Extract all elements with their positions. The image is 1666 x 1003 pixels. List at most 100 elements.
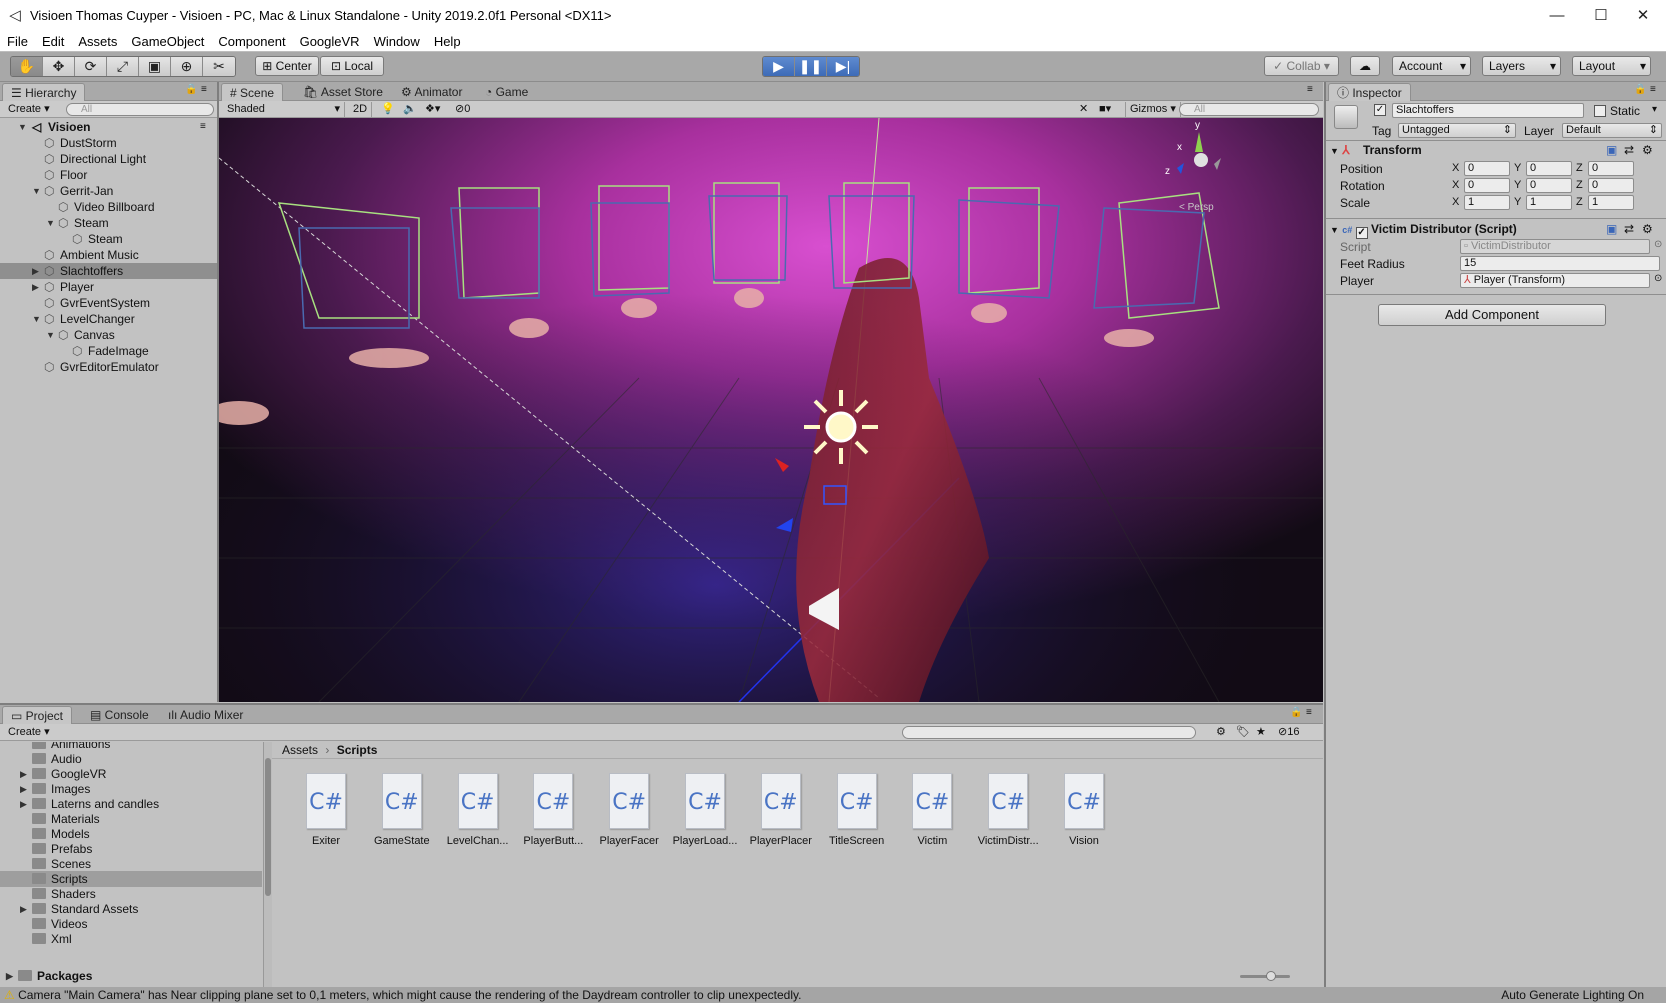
expand-open-icon[interactable]: ▼: [32, 183, 41, 199]
script-asset[interactable]: C# LevelChan...: [438, 773, 518, 847]
project-folder[interactable]: Prefabs: [0, 841, 262, 857]
tab-project[interactable]: ▭ Project: [2, 706, 73, 724]
project-create-button[interactable]: Create ▾: [4, 725, 54, 740]
icon-size-slider[interactable]: [1240, 971, 1290, 981]
project-folder[interactable]: ▶ Images: [0, 781, 262, 797]
hierarchy-item[interactable]: ⬡ FadeImage: [0, 343, 217, 359]
menu-file[interactable]: File: [0, 34, 35, 49]
transform-y-field[interactable]: 0: [1526, 161, 1572, 176]
script-asset[interactable]: C# PlayerPlacer: [741, 773, 821, 847]
filter-label-icon[interactable]: 🏷: [1232, 725, 1254, 740]
inspector-lock-icon[interactable]: 🔒: [1634, 84, 1646, 95]
expand-closed-icon[interactable]: ▶: [20, 766, 27, 782]
transform-header[interactable]: ▼ ⅄ Transform ▣ ⇄ ⚙: [1330, 143, 1662, 159]
status-message[interactable]: Camera "Main Camera" has Near clipping p…: [18, 988, 801, 1002]
presets-icon[interactable]: ⇄: [1624, 143, 1634, 157]
favorites-icon[interactable]: ★: [1252, 725, 1270, 740]
scene-search-input[interactable]: All: [1179, 103, 1319, 116]
project-folder[interactable]: Xml: [0, 931, 262, 947]
hierarchy-search-input[interactable]: All: [66, 103, 214, 116]
effects-dropdown-icon[interactable]: ❖▾: [421, 102, 444, 117]
breadcrumb-scripts[interactable]: Scripts: [337, 743, 378, 757]
slider-handle[interactable]: [1266, 971, 1276, 981]
play-icon[interactable]: ▶: [763, 57, 795, 76]
add-component-button[interactable]: Add Component: [1378, 304, 1606, 326]
project-folder[interactable]: Models: [0, 826, 262, 842]
expand-closed-icon[interactable]: ▶: [32, 263, 39, 279]
transform-z-field[interactable]: 0: [1588, 178, 1634, 193]
player-field[interactable]: ⅄ Player (Transform): [1460, 273, 1650, 288]
filter-type-icon[interactable]: ⚙: [1212, 725, 1230, 740]
pause-icon[interactable]: ❚❚: [795, 57, 827, 76]
transform-z-field[interactable]: 0: [1588, 161, 1634, 176]
hierarchy-item[interactable]: ⬡ Video Billboard: [0, 199, 217, 215]
expand-open-icon[interactable]: ▼: [46, 327, 55, 343]
feet-radius-field[interactable]: 15: [1460, 256, 1660, 271]
player-picker-icon[interactable]: ⊙: [1654, 273, 1662, 284]
move-tool-icon[interactable]: ✥: [43, 57, 75, 76]
expand-closed-icon[interactable]: ▶: [20, 796, 27, 812]
tab-asset-store[interactable]: 🛍 Asset Store: [295, 83, 391, 101]
component-gear-icon[interactable]: ⚙: [1642, 143, 1653, 157]
script-asset[interactable]: C# Exiter: [286, 773, 366, 847]
layer-dropdown[interactable]: Default ⇕: [1562, 123, 1662, 138]
script-asset[interactable]: C# Vision: [1044, 773, 1124, 847]
menu-edit[interactable]: Edit: [35, 34, 71, 49]
script-asset[interactable]: C# VictimDistr...: [968, 773, 1048, 847]
tab-audio-mixer[interactable]: ılı Audio Mixer: [160, 706, 251, 724]
custom-tool-icon[interactable]: ✂: [203, 57, 235, 76]
hierarchy-item[interactable]: ▼ ⬡ Steam: [0, 215, 217, 231]
expand-closed-icon[interactable]: ▶: [20, 901, 27, 917]
hierarchy-item[interactable]: ⬡ GvrEventSystem: [0, 295, 217, 311]
tab-scene[interactable]: # Scene: [221, 83, 284, 101]
expand-closed-icon[interactable]: ▶: [20, 781, 27, 797]
project-menu-icon[interactable]: ≡: [1306, 707, 1312, 718]
layout-dropdown[interactable]: Layout ▾: [1572, 56, 1651, 76]
project-folder[interactable]: ▶ Laterns and candles: [0, 796, 262, 812]
maximize-button[interactable]: ☐: [1578, 0, 1624, 31]
scrollbar-thumb[interactable]: [265, 758, 271, 896]
menu-help[interactable]: Help: [427, 34, 468, 49]
expand-open-icon[interactable]: ▼: [46, 215, 55, 231]
project-folder[interactable]: Videos: [0, 916, 262, 932]
tree-scrollbar[interactable]: [263, 742, 272, 987]
script-gear-icon[interactable]: ⚙: [1642, 222, 1653, 236]
minimize-button[interactable]: —: [1534, 0, 1580, 31]
scene-root-row[interactable]: ▼ ◁ Visioen ≡: [0, 119, 217, 135]
panel-menu-icon[interactable]: ≡: [201, 84, 207, 95]
script-asset[interactable]: C# PlayerFacer: [589, 773, 669, 847]
menu-component[interactable]: Component: [211, 34, 292, 49]
transform-y-field[interactable]: 0: [1526, 178, 1572, 193]
transform-z-field[interactable]: 1: [1588, 195, 1634, 210]
cloud-icon[interactable]: ☁: [1350, 56, 1380, 76]
lock-icon[interactable]: 🔒: [185, 84, 197, 95]
menu-gameobject[interactable]: GameObject: [124, 34, 211, 49]
transform-x-field[interactable]: 0: [1464, 161, 1510, 176]
hidden-objects-icon[interactable]: ⊘0: [451, 102, 474, 117]
menu-googlevr[interactable]: GoogleVR: [293, 34, 367, 49]
hierarchy-item[interactable]: ▼ ⬡ Canvas: [0, 327, 217, 343]
transform-tool-icon[interactable]: ⊕: [171, 57, 203, 76]
project-folder[interactable]: Shaders: [0, 886, 262, 902]
step-icon[interactable]: ▶|: [827, 57, 859, 76]
auto-lighting-status[interactable]: Auto Generate Lighting On: [1501, 987, 1644, 1003]
project-search-input[interactable]: [902, 726, 1196, 739]
rotate-tool-icon[interactable]: ⟳: [75, 57, 107, 76]
scale-tool-icon[interactable]: ⤢: [107, 57, 139, 76]
script-component-header[interactable]: ▼ c# ✓ Victim Distributor (Script) ▣ ⇄ ⚙: [1330, 222, 1662, 239]
tab-animator[interactable]: ⚙ Animator: [393, 83, 470, 101]
tab-inspector[interactable]: ⓘ Inspector: [1328, 83, 1411, 101]
hierarchy-item[interactable]: ▼ ⬡ LevelChanger: [0, 311, 217, 327]
script-presets-icon[interactable]: ⇄: [1624, 222, 1634, 236]
script-help-icon[interactable]: ▣: [1606, 222, 1617, 236]
transform-x-field[interactable]: 0: [1464, 178, 1510, 193]
script-asset[interactable]: C# PlayerButt...: [513, 773, 593, 847]
pivot-local-toggle[interactable]: ⊡ Local: [320, 56, 384, 76]
menu-assets[interactable]: Assets: [71, 34, 124, 49]
object-name-field[interactable]: Slachtoffers: [1392, 103, 1584, 118]
project-folder[interactable]: ▶ GoogleVR: [0, 766, 262, 782]
hierarchy-item[interactable]: ▶ ⬡ Slachtoffers: [0, 263, 217, 279]
breadcrumb-assets[interactable]: Assets: [282, 743, 318, 757]
hierarchy-create-button[interactable]: Create ▾: [4, 102, 54, 117]
project-folder[interactable]: Scenes: [0, 856, 262, 872]
